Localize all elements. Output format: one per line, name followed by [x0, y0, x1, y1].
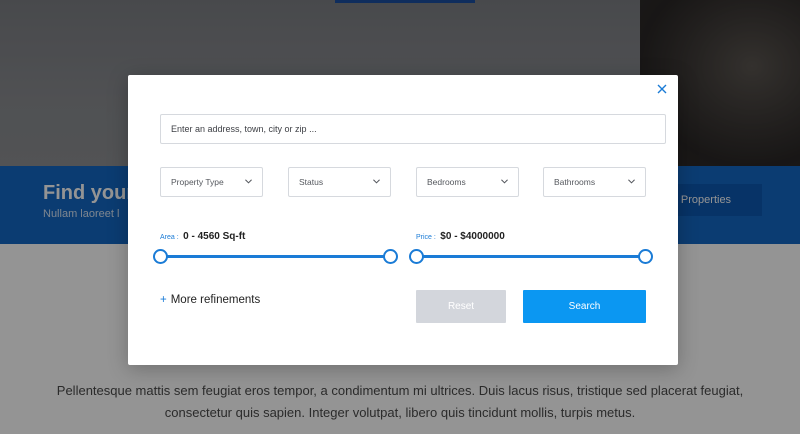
price-max-handle[interactable]: [638, 249, 653, 264]
address-search-input[interactable]: [160, 114, 666, 144]
area-range-label: Area : 0 - 4560 Sq-ft: [160, 226, 245, 244]
area-value: 0 - 4560 Sq-ft: [183, 231, 246, 242]
price-key: Price :: [416, 234, 436, 241]
bathrooms-label: Bathrooms: [554, 177, 596, 187]
more-refinements-label: More refinements: [170, 294, 261, 306]
price-slider-track[interactable]: [420, 255, 646, 258]
price-value: $0 - $4000000: [440, 231, 505, 242]
search-modal: Property Type Status Bedrooms Bathrooms …: [128, 75, 678, 365]
chevron-down-icon: [245, 179, 252, 184]
chevron-down-icon: [628, 179, 635, 184]
status-select[interactable]: Status: [288, 167, 391, 197]
status-label: Status: [299, 177, 324, 187]
chevron-down-icon: [501, 179, 508, 184]
area-min-handle[interactable]: [153, 249, 168, 264]
property-type-select[interactable]: Property Type: [160, 167, 263, 197]
area-slider-track[interactable]: [164, 255, 390, 258]
chevron-down-icon: [373, 179, 380, 184]
bedrooms-label: Bedrooms: [427, 177, 466, 187]
bedrooms-select[interactable]: Bedrooms: [416, 167, 519, 197]
plus-icon: +: [160, 294, 167, 306]
reset-button[interactable]: Reset: [416, 290, 506, 323]
bathrooms-select[interactable]: Bathrooms: [543, 167, 646, 197]
search-button[interactable]: Search: [523, 290, 646, 323]
close-icon-glyph: [657, 84, 667, 94]
area-key: Area :: [160, 234, 179, 241]
close-icon[interactable]: [654, 82, 670, 98]
more-refinements-link[interactable]: + More refinements: [160, 294, 260, 306]
price-range-label: Price : $0 - $4000000: [416, 226, 505, 244]
price-min-handle[interactable]: [409, 249, 424, 264]
property-type-label: Property Type: [171, 177, 224, 187]
area-max-handle[interactable]: [383, 249, 398, 264]
